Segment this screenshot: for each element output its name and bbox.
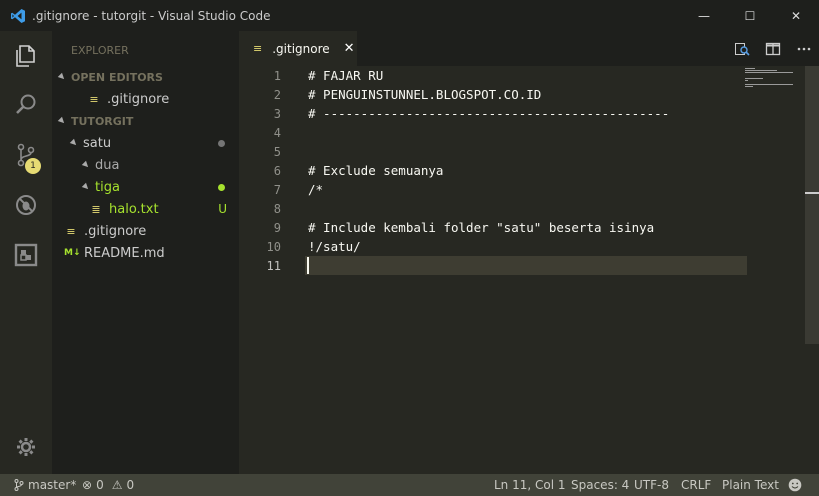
close-icon[interactable]: ✕ xyxy=(344,41,355,56)
cursor-position[interactable]: Ln 11, Col 1 xyxy=(494,474,566,496)
untracked-status: U xyxy=(218,202,227,216)
line-number: 2 xyxy=(273,87,281,102)
line-number: 9 xyxy=(273,220,281,235)
tab-gitignore[interactable]: ≡ .gitignore ✕ xyxy=(239,31,357,66)
scm-badge: 1 xyxy=(25,158,41,174)
activity-bar: 1 xyxy=(0,31,52,474)
split-editor-icon[interactable] xyxy=(757,31,788,66)
language-mode[interactable]: Plain Text xyxy=(722,474,779,496)
indentation-setting[interactable]: Spaces: 4 xyxy=(571,474,629,496)
more-actions-icon[interactable] xyxy=(788,31,819,66)
line-number: 6 xyxy=(273,163,281,178)
scroll-position-marker xyxy=(805,192,819,194)
gear-icon[interactable] xyxy=(0,423,52,471)
chevron-down-icon xyxy=(81,182,91,192)
search-icon[interactable] xyxy=(0,81,52,129)
code-line: # Exclude semuanya xyxy=(308,163,444,178)
git-branch-icon xyxy=(14,479,24,491)
chevron-down-icon xyxy=(57,72,67,82)
vertical-scrollbar[interactable] xyxy=(805,66,819,344)
code-line: /* xyxy=(308,182,324,197)
code-line: # PENGUINSTUNNEL.BLOGSPOT.CO.ID xyxy=(308,87,542,102)
line-number: 4 xyxy=(273,125,281,140)
code-line: # FAJAR RU xyxy=(308,68,384,83)
line-number: 5 xyxy=(273,144,281,159)
close-window-button[interactable]: ✕ xyxy=(773,0,819,31)
line-number: 3 xyxy=(273,106,281,121)
warning-icon: ⚠ xyxy=(111,478,123,492)
chevron-down-icon xyxy=(69,138,79,148)
open-editors-header[interactable]: OPEN EDITORS xyxy=(52,66,239,88)
file-icon: ≡ xyxy=(66,224,76,238)
extensions-icon[interactable] xyxy=(0,231,52,279)
title-bar: .gitignore - tutorgit - Visual Studio Co… xyxy=(0,0,819,31)
vscode-logo-icon xyxy=(11,8,25,23)
debug-icon[interactable] xyxy=(0,181,52,229)
tab-label: .gitignore xyxy=(272,41,330,56)
minimize-button[interactable]: — xyxy=(681,0,727,31)
tree-item-dua[interactable]: dua xyxy=(52,154,239,176)
modified-dot xyxy=(218,139,225,147)
feedback-smiley-icon[interactable] xyxy=(788,474,802,496)
text-cursor xyxy=(307,257,309,274)
tree-item-tiga[interactable]: tiga xyxy=(52,176,239,198)
eol-setting[interactable]: CRLF xyxy=(681,474,711,496)
chevron-down-icon xyxy=(81,160,91,170)
line-number: 11 xyxy=(266,258,281,273)
file-icon: ≡ xyxy=(89,92,99,106)
code-editor[interactable]: 1 # FAJAR RU 2 # PENGUINSTUNNEL.BLOGSPOT.C… xyxy=(239,66,819,474)
line-number: 1 xyxy=(273,68,281,83)
tab-bar: ≡ .gitignore ✕ xyxy=(239,31,819,66)
project-header[interactable]: TUTORGIT xyxy=(52,110,239,132)
open-editor-item[interactable]: ≡ .gitignore xyxy=(52,88,239,110)
error-icon: ⊗ xyxy=(82,478,93,492)
tree-item-halo-txt[interactable]: ≣ halo.txt U xyxy=(52,198,239,220)
window-title: .gitignore - tutorgit - Visual Studio Co… xyxy=(32,8,271,23)
code-line: !/satu/ xyxy=(308,239,361,254)
minimap[interactable] xyxy=(745,66,805,96)
line-number: 10 xyxy=(266,239,281,254)
explorer-icon[interactable] xyxy=(0,31,52,79)
code-line: # Include kembali folder "satu" beserta … xyxy=(308,220,655,235)
code-line: # --------------------------------------… xyxy=(308,106,670,121)
source-control-icon[interactable]: 1 xyxy=(0,131,52,179)
file-icon: ≡ xyxy=(253,42,263,55)
line-number: 8 xyxy=(273,201,281,216)
branch-indicator[interactable]: master* xyxy=(14,474,76,496)
line-number: 7 xyxy=(273,182,281,197)
status-bar: master* ⊗ 0 ⚠ 0 Ln 11, Col 1 Spaces: 4 U… xyxy=(0,474,819,496)
tree-item-satu[interactable]: satu xyxy=(52,132,239,154)
problems-indicator[interactable]: ⊗ 0 ⚠ 0 xyxy=(82,474,134,496)
markdown-icon: M↓ xyxy=(64,248,81,258)
encoding-setting[interactable]: UTF-8 xyxy=(634,474,669,496)
tree-item-readme[interactable]: M↓ README.md xyxy=(52,242,239,264)
explorer-sidebar: EXPLORER OPEN EDITORS ≡ .gitignore TUTOR… xyxy=(52,31,239,474)
open-changes-icon[interactable] xyxy=(726,31,757,66)
tree-item-gitignore[interactable]: ≡ .gitignore xyxy=(52,220,239,242)
open-editor-label: .gitignore xyxy=(107,91,170,107)
untracked-dot xyxy=(218,183,225,191)
sidebar-title: EXPLORER xyxy=(71,44,129,57)
maximize-button[interactable]: ☐ xyxy=(727,0,773,31)
text-file-icon: ≣ xyxy=(91,202,101,216)
chevron-down-icon xyxy=(57,116,67,126)
